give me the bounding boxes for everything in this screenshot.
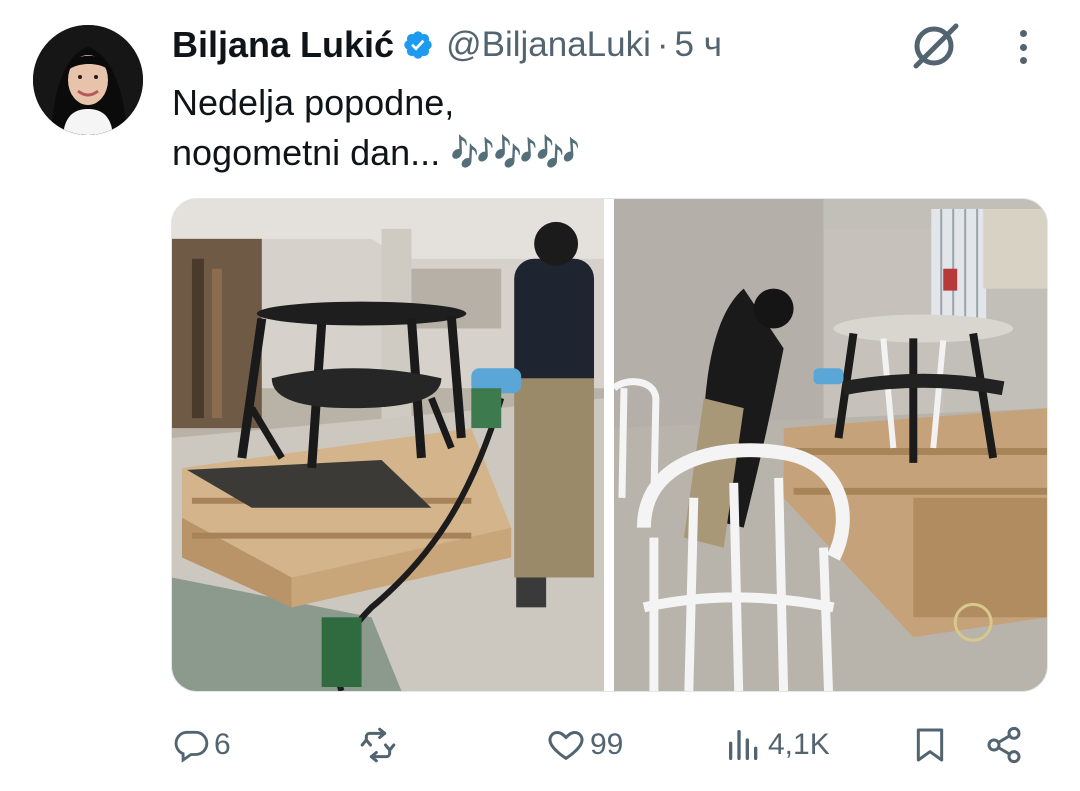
views-count: 4,1K	[768, 728, 830, 761]
like-count: 99	[590, 728, 624, 761]
like-icon	[546, 725, 586, 765]
tweet-line-1: Nedelja popodne,	[172, 82, 455, 123]
avatar[interactable]	[33, 25, 143, 135]
author-handle[interactable]: @BiljanaLuki	[446, 25, 651, 65]
music-notes-emoji: 🎶🎶🎶	[450, 132, 580, 173]
like-button[interactable]: 99	[546, 718, 623, 772]
separator-dot: ·	[656, 25, 669, 64]
bookmark-icon	[910, 725, 950, 765]
reply-count: 6	[214, 728, 231, 761]
tweet-line-2-text: nogometni dan...	[172, 132, 441, 173]
views-icon	[724, 725, 764, 765]
photo-spraying-table[interactable]	[172, 199, 604, 691]
author-name[interactable]: Biljana Lukić	[172, 24, 394, 66]
photo-white-chairs[interactable]	[614, 199, 1047, 691]
views-button[interactable]: 4,1K	[724, 718, 830, 772]
grok-icon[interactable]	[908, 18, 962, 72]
verified-badge-icon	[402, 29, 434, 61]
share-button[interactable]	[984, 718, 1024, 772]
tweet-text: Nedelja popodne, nogometni dan... 🎶🎶🎶	[172, 78, 1032, 178]
bookmark-button[interactable]	[910, 718, 950, 772]
timestamp[interactable]: 5 ч	[675, 25, 722, 65]
retweet-button[interactable]	[358, 718, 402, 772]
more-icon[interactable]	[1008, 24, 1038, 70]
tweet-line-2: nogometni dan... 🎶🎶🎶	[172, 128, 1032, 178]
reply-icon	[172, 726, 210, 764]
action-bar: 6 99 4,1K	[172, 718, 1040, 772]
retweet-icon	[358, 725, 398, 765]
tweet-header: Biljana Lukić @BiljanaLuki · 5 ч	[172, 22, 722, 68]
reply-button[interactable]: 6	[172, 718, 231, 772]
share-icon	[984, 725, 1024, 765]
media-grid[interactable]	[171, 198, 1048, 692]
